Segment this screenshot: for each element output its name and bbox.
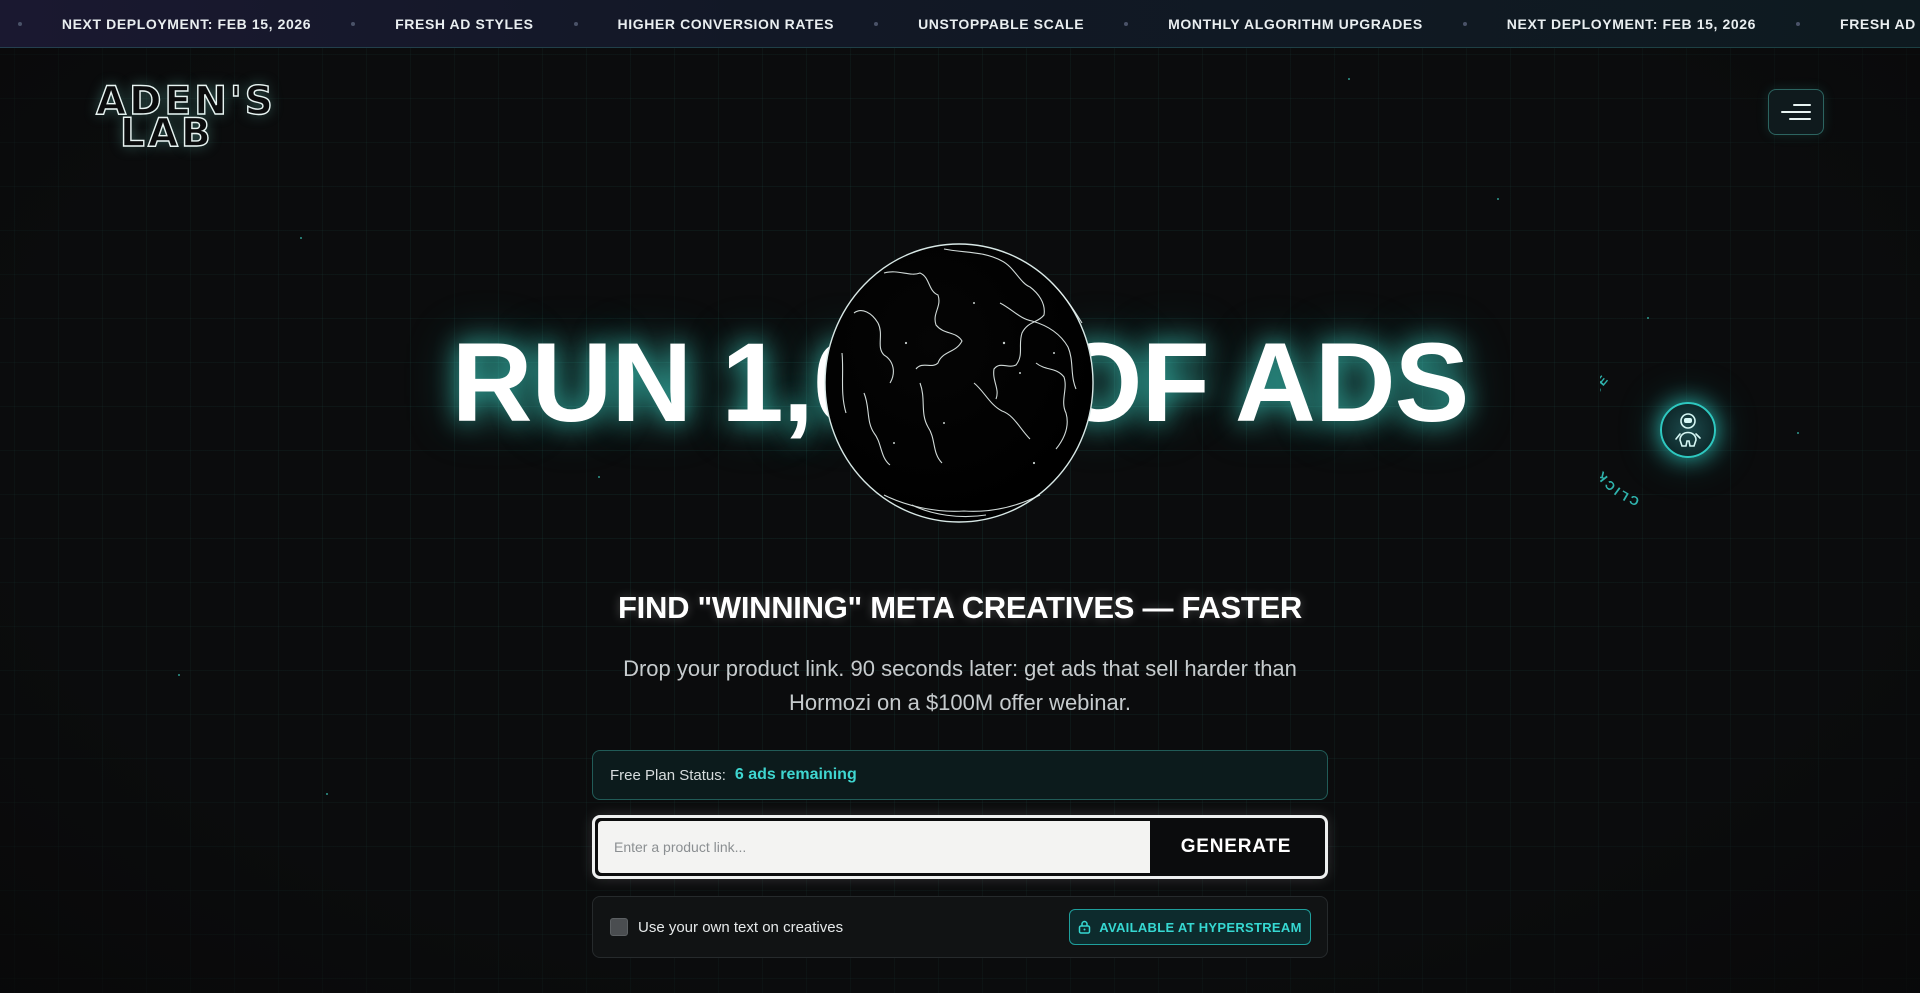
- ticker-item: FRESH AD ST: [1840, 16, 1920, 32]
- product-link-form: GENERATE: [592, 815, 1328, 879]
- ticker-separator: [874, 22, 879, 26]
- ticker-item: MONTHLY ALGORITHM UPGRADES: [1168, 16, 1423, 32]
- expose-button[interactable]: [1660, 402, 1716, 458]
- ticker-item: NEXT DEPLOYMENT: FEB 15, 2026: [1506, 16, 1757, 32]
- astronaut-icon: [1675, 413, 1701, 447]
- star-dot: [1497, 198, 1499, 200]
- generate-button[interactable]: GENERATE: [1150, 821, 1322, 873]
- hero-title-right: OF ADS: [1055, 320, 1469, 445]
- hyperstream-button[interactable]: AVAILABLE AT HYPERSTREAM: [1069, 909, 1311, 945]
- menu-button[interactable]: [1768, 89, 1824, 135]
- ticker-separator: [1796, 22, 1801, 26]
- ticker-separator: [17, 22, 22, 26]
- star-dot: [300, 237, 302, 239]
- ticker-track: ES NEXT DEPLOYMENT: FEB 15, 2026 FRESH A…: [0, 0, 1920, 47]
- ticker-item: HIGHER CONVERSION RATES: [617, 16, 835, 32]
- own-text-label: Use your own text on creatives: [638, 918, 844, 936]
- plan-status-label: Free Plan Status:: [610, 766, 726, 784]
- hyperstream-label: AVAILABLE AT HYPERSTREAM: [1099, 919, 1302, 935]
- plan-status-bar: Free Plan Status: 6 ads remaining: [592, 750, 1328, 800]
- svg-text:CLICK TO EXPOSE: CLICK TO EXPOSE: [1600, 371, 1641, 508]
- globe-icon: [824, 243, 1094, 523]
- announcement-ticker: ES NEXT DEPLOYMENT: FEB 15, 2026 FRESH A…: [0, 0, 1920, 48]
- product-link-input[interactable]: [598, 821, 1150, 873]
- ticker-item: UNSTOPPABLE SCALE: [918, 16, 1085, 32]
- ticker-item: NEXT DEPLOYMENT: FEB 15, 2026: [61, 16, 312, 32]
- plan-status-value: 6 ads remaining: [734, 766, 857, 783]
- star-dot: [598, 476, 600, 478]
- click-to-expose-badge[interactable]: CLICK TO EXPOSE: [1600, 352, 1776, 512]
- star-dot: [1348, 78, 1350, 80]
- star-dot: [178, 674, 180, 676]
- options-bar: Use your own text on creatives AVAILABLE…: [592, 896, 1328, 958]
- ticker-item: FRESH AD STYLES: [395, 16, 534, 32]
- own-text-checkbox[interactable]: [610, 918, 628, 936]
- description: Drop your product link. 90 seconds later…: [623, 656, 1297, 715]
- lock-icon: [1079, 920, 1091, 934]
- ticker-separator: [1462, 22, 1467, 26]
- subheadline: FIND "WINNING" META CREATIVES — FASTER: [618, 590, 1302, 625]
- site-logo[interactable]: ADEN'S LAB: [95, 81, 276, 153]
- ticker-separator: [351, 22, 356, 26]
- ticker-separator: [1124, 22, 1129, 26]
- ticker-separator: [573, 22, 578, 26]
- star-dot: [326, 793, 328, 795]
